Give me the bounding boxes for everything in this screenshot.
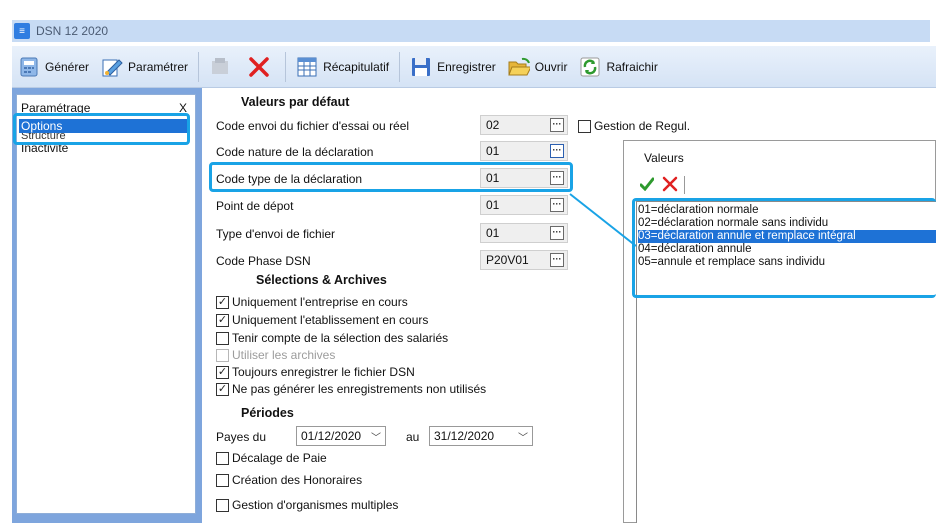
connector-arrow	[569, 193, 637, 247]
